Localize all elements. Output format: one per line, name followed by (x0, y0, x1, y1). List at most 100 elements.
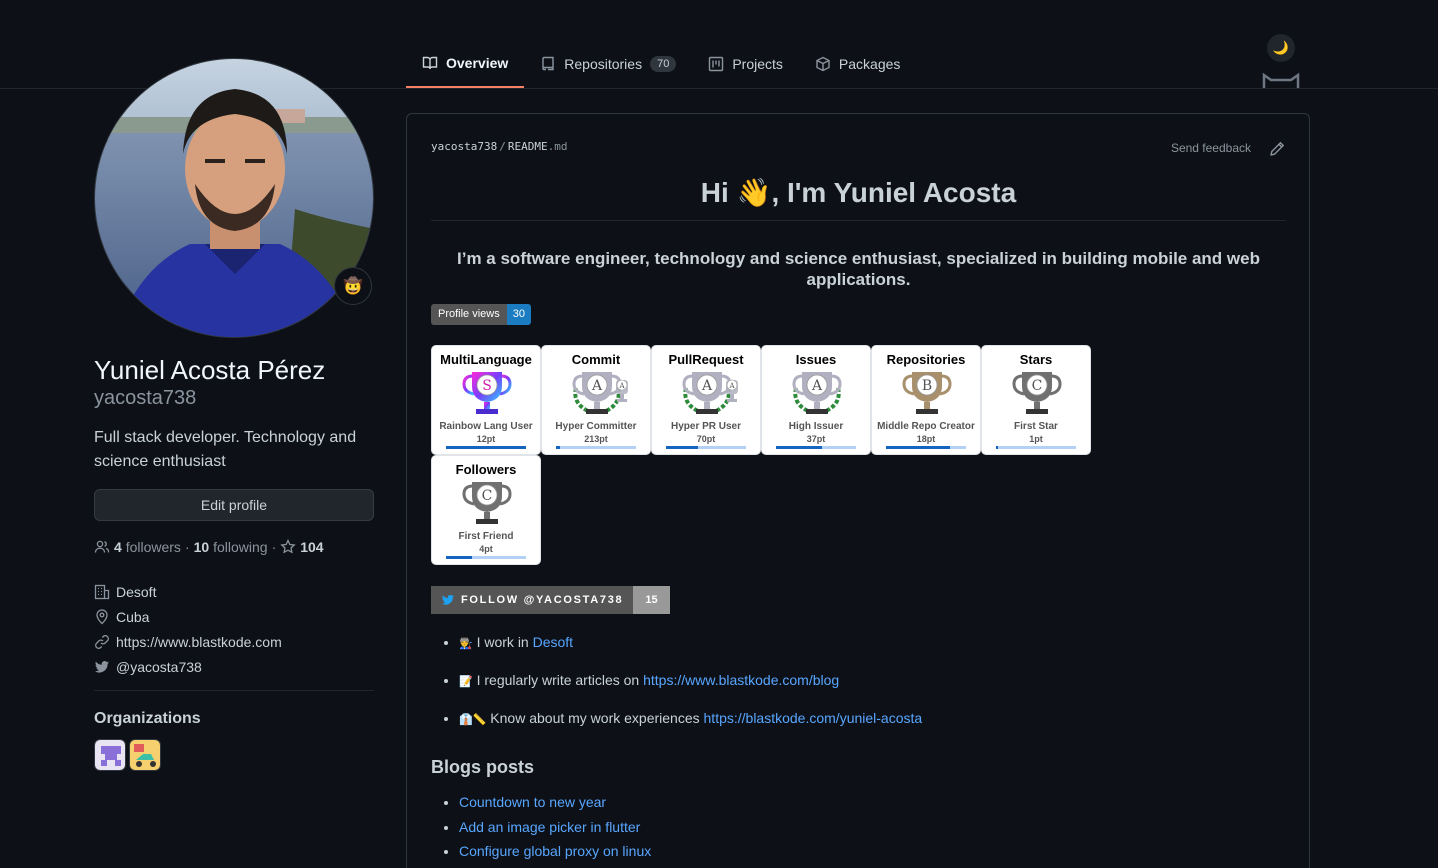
svg-text:A: A (618, 382, 625, 390)
org-logo-pixel (95, 740, 125, 770)
profile-views-label: Profile views (431, 304, 507, 325)
about-item-text: I work in (476, 634, 533, 650)
company-item: Desoft (94, 579, 282, 604)
book-icon (422, 56, 438, 70)
trophy-progress-bar (446, 556, 526, 559)
trophy-progress-bar (776, 446, 856, 449)
trophy-card: Repositories B Middle Repo Creator 18pt (871, 345, 981, 455)
trophy-progress-bar (996, 446, 1076, 449)
svg-text:B: B (922, 378, 932, 394)
package-icon (816, 56, 830, 72)
website-link[interactable]: https://www.blastkode.com (116, 634, 282, 650)
trophy-name: Hyper PR User (670, 421, 742, 432)
trophy-name: First Star (1014, 421, 1058, 432)
twitter-item: @yacosta738 (94, 654, 282, 679)
pencil-icon[interactable] (1269, 141, 1285, 157)
organization-avatar[interactable] (129, 739, 161, 771)
svg-text:C: C (482, 488, 493, 504)
location-name: Cuba (116, 608, 150, 625)
about-list: 👨‍🏭 I work in Desoft 📝 I regularly write… (459, 634, 922, 748)
blog-link[interactable]: https://www.blastkode.com/blog (643, 672, 839, 688)
status-button[interactable]: 🤠 (334, 267, 372, 305)
trophy-name: Hyper Committer (555, 421, 637, 432)
tab-packages[interactable]: Packages (799, 40, 916, 88)
trophy-progress-fill (776, 446, 822, 449)
svg-text:S: S (482, 378, 492, 394)
trophy-cup-icon: C (462, 482, 512, 524)
blog-post-link[interactable]: Add an image picker in flutter (459, 819, 640, 835)
link-icon (95, 634, 109, 649)
moon-icon: 🌙 (1272, 40, 1290, 55)
trophy-title: Stars (1019, 352, 1053, 367)
desoft-link[interactable]: Desoft (533, 634, 573, 650)
tab-repositories[interactable]: Repositories 70 (524, 40, 692, 88)
theme-toggle-button[interactable]: 🌙 (1267, 34, 1295, 62)
tab-overview[interactable]: Overview (406, 40, 525, 88)
organization-avatar[interactable] (94, 739, 126, 771)
avatar[interactable] (94, 58, 374, 338)
trophy-progress-bar (556, 446, 636, 449)
twitter-follow-badge[interactable]: FOLLOW @YACOSTA738 15 (431, 586, 670, 614)
stars-link[interactable]: 104 (300, 539, 323, 555)
blogs-list: Countdown to new year Add an image picke… (459, 794, 651, 868)
twitter-bird-icon (442, 594, 454, 605)
trophy-progress-fill (556, 446, 560, 449)
send-feedback-link[interactable]: Send feedback (1171, 141, 1251, 155)
stars-count: 104 (300, 539, 324, 555)
crumb-user-link[interactable]: yacosta738 (431, 140, 497, 153)
crumb-ext: .md (547, 140, 568, 153)
trophy-card: Issues A High Issuer 37pt (761, 345, 871, 455)
trophy-card: Stars C First Star 1pt (981, 345, 1091, 455)
trophy-points: 1pt (1029, 434, 1043, 444)
followers-count: 4 (114, 539, 122, 555)
trophy-cup-icon: B (902, 372, 952, 414)
org-logo-scooter (130, 740, 160, 770)
location-item: Cuba (94, 604, 282, 629)
about-item-articles: 📝 I regularly write articles on https://… (459, 672, 922, 710)
twitter-link[interactable]: @yacosta738 (116, 659, 202, 675)
tab-projects-label: Projects (732, 56, 783, 72)
svg-text:A: A (728, 382, 735, 390)
profile-views-badge: Profile views 30 (431, 304, 531, 325)
trophy-cup-icon: A (792, 372, 842, 414)
trophy-title: Followers (455, 462, 517, 477)
profile-details: Desoft Cuba https://www.blastkode.com @y… (94, 579, 282, 679)
followers-link[interactable]: 4 followers (114, 539, 181, 555)
tab-projects[interactable]: Projects (692, 40, 799, 88)
twitter-follow-label-box: FOLLOW @YACOSTA738 (431, 586, 634, 614)
twitter-icon (95, 660, 109, 672)
follow-stats: 4 followers · 10 following · 104 (94, 539, 324, 555)
location-icon (96, 608, 108, 624)
repo-icon (542, 56, 554, 71)
trophy-points: 213pt (584, 434, 608, 444)
readme-breadcrumb: yacosta738/README.md (431, 140, 567, 153)
blog-item: Configure global proxy on linux (459, 843, 651, 868)
following-link[interactable]: 10 following (194, 539, 268, 555)
blog-post-link[interactable]: Configure global proxy on linux (459, 843, 651, 859)
shirt-ruler-emoji-icon: 👔📏 (459, 714, 487, 726)
blog-item: Add an image picker in flutter (459, 819, 651, 844)
tab-repositories-label: Repositories (564, 56, 643, 72)
trophy-card: Commit A A Hyper Committer 213pt (541, 345, 651, 455)
profile-bio: Full stack developer. Technology and sci… (94, 429, 357, 470)
trophy-progress-bar (886, 446, 966, 449)
edit-profile-button[interactable]: Edit profile (94, 489, 374, 521)
trophy-cup-icon: AA (682, 372, 738, 414)
trophy-progress-fill (666, 446, 698, 449)
blogs-heading: Blogs posts (431, 757, 535, 777)
blog-post-link[interactable]: Countdown to new year (459, 794, 606, 810)
trophy-points: 70pt (696, 434, 716, 444)
trophy-points: 4pt (479, 544, 493, 554)
about-item-text: I regularly write articles on (476, 672, 644, 688)
avatar-photo (95, 59, 373, 337)
trophy-name: Middle Repo Creator (877, 421, 975, 432)
trophy-card: Followers C First Friend 4pt (431, 455, 541, 565)
svg-text:C: C (1032, 378, 1043, 394)
followers-label: followers (125, 539, 181, 555)
trophy-progress-bar (666, 446, 746, 449)
experience-link[interactable]: https://blastkode.com/yuniel-acosta (704, 710, 923, 726)
dot-separator: · (184, 539, 190, 555)
following-label: following (213, 539, 268, 555)
trophy-points: 37pt (806, 434, 826, 444)
about-item-experience: 👔📏 Know about my work experiences https:… (459, 710, 922, 748)
